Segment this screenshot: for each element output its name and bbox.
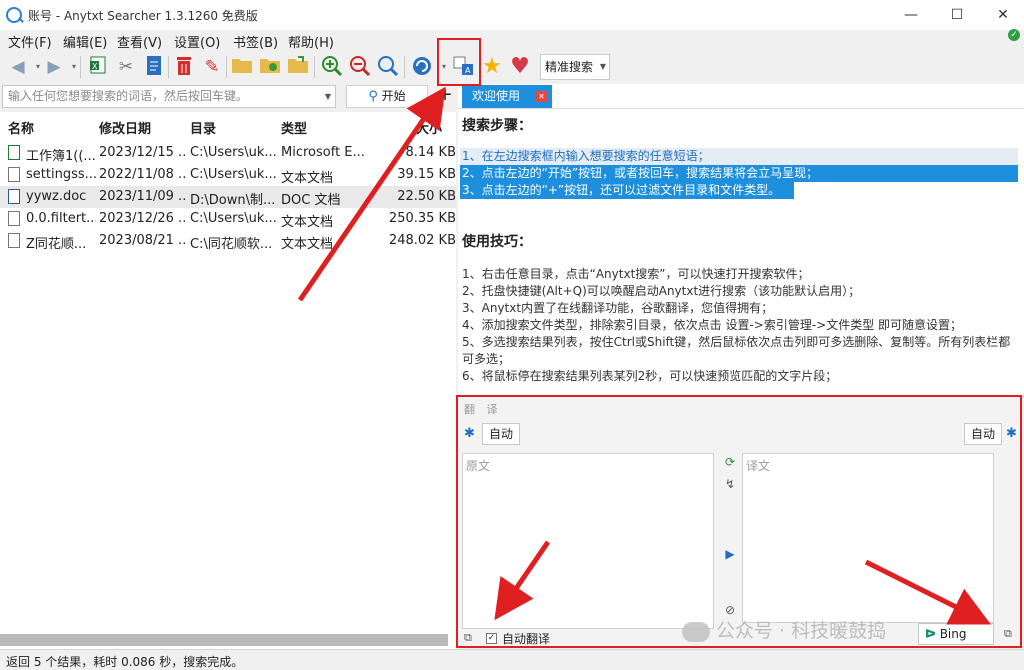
watermark: 公众号 · 科技暖鼓捣 <box>682 616 886 643</box>
annotation-arrow <box>297 86 446 302</box>
annotation-arrow <box>494 540 551 621</box>
watermark-text: 公众号 · 科技暖鼓捣 <box>716 620 887 642</box>
app-window: 账号 - Anytxt Searcher 1.3.1260 免费版 — ☐ ✕ … <box>0 0 1024 670</box>
wechat-icon <box>682 621 710 642</box>
annotation-arrow <box>864 559 991 625</box>
annotation-arrows <box>297 86 991 625</box>
